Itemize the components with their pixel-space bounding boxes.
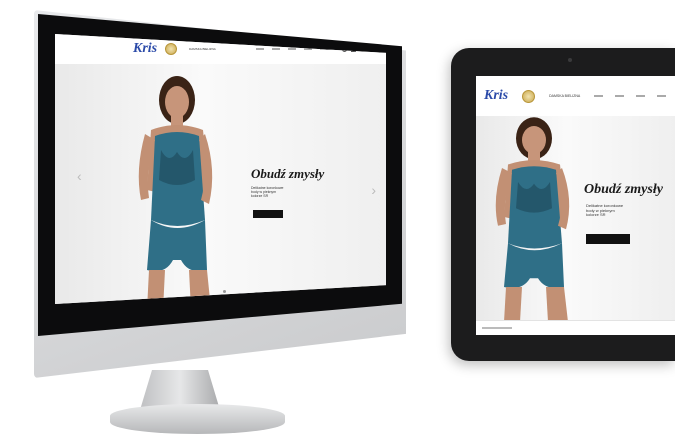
top-nav-tablet: Kris DAMSKA BIELIZNA bbox=[476, 76, 675, 117]
footer-strip bbox=[476, 320, 675, 335]
ipad-screen: Kris DAMSKA BIELIZNA Obudź zmysły Delika… bbox=[476, 76, 675, 335]
imac-stand-base bbox=[110, 404, 285, 434]
hero-headline: Obudź zmysły bbox=[251, 166, 325, 181]
nav-link[interactable] bbox=[255, 48, 264, 50]
shop-now-button[interactable] bbox=[586, 234, 630, 244]
hero-slider-tablet: Obudź zmysły Delikatne koronkowe body w … bbox=[476, 116, 675, 322]
hero-headline: Obudź zmysły bbox=[584, 182, 663, 197]
hero-subtext: Delikatne koronkowe body w pieknym kolor… bbox=[251, 186, 284, 199]
slider-prev-arrow[interactable]: ‹ bbox=[77, 168, 82, 184]
nav-link[interactable] bbox=[271, 48, 280, 50]
hero-slider: ‹ › Obudź zmysły Delikatne koronkowe bod… bbox=[55, 64, 386, 304]
model-image bbox=[138, 76, 213, 304]
model-image bbox=[495, 117, 570, 322]
hero-subtext: Delikatne koronkowe body w pieknym kolor… bbox=[586, 203, 624, 218]
website-page-tablet: Kris DAMSKA BIELIZNA Obudź zmysły Delika… bbox=[476, 76, 675, 335]
quality-badge-icon bbox=[522, 89, 536, 103]
footer-line bbox=[482, 327, 512, 329]
site-logo[interactable]: Kris bbox=[133, 41, 157, 57]
imac-screen: Kris DAMSKA BIELIZNA ‹ › Obudź zmysły De… bbox=[55, 34, 386, 304]
website-page: Kris DAMSKA BIELIZNA ‹ › Obudź zmysły De… bbox=[55, 34, 386, 304]
nav-link[interactable] bbox=[594, 95, 604, 97]
quality-badge-icon bbox=[165, 43, 178, 55]
ipad-camera bbox=[568, 58, 572, 62]
slider-next-arrow[interactable]: › bbox=[371, 182, 376, 198]
nav-tagline: DAMSKA BIELIZNA bbox=[549, 94, 581, 98]
shop-now-button[interactable] bbox=[253, 210, 283, 218]
nav-links bbox=[594, 95, 667, 97]
nav-link[interactable] bbox=[615, 95, 625, 97]
site-logo[interactable]: Kris bbox=[484, 88, 508, 104]
nav-link[interactable] bbox=[287, 48, 296, 50]
nav-link[interactable] bbox=[657, 95, 667, 97]
nav-tagline: DAMSKA BIELIZNA bbox=[189, 47, 216, 51]
nav-link[interactable] bbox=[636, 95, 646, 97]
slider-dot[interactable] bbox=[223, 290, 226, 293]
